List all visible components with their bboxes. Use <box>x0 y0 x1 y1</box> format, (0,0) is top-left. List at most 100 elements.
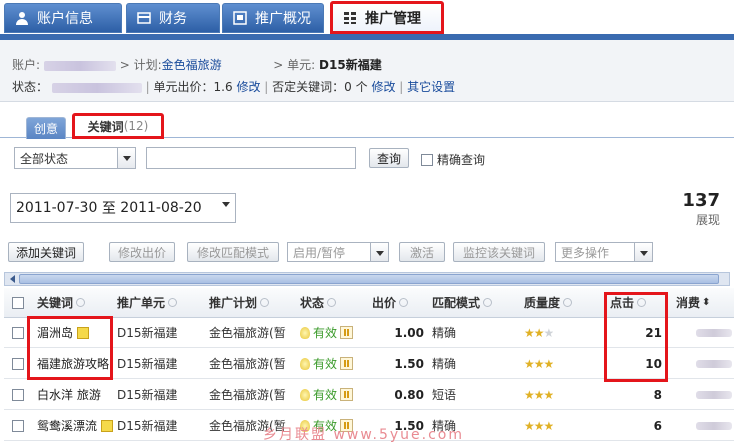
col-unit[interactable]: 推广单元 <box>117 288 178 317</box>
cost-cell <box>696 380 732 409</box>
sort-icon <box>76 298 86 307</box>
col-keyword[interactable]: 关键词 <box>37 288 86 317</box>
col-label: 质量度 <box>524 296 561 310</box>
unit-bid: 单元出价：1.6 <box>153 80 233 94</box>
blurred-cost <box>696 328 732 337</box>
col-quality[interactable]: 质量度 <box>524 288 573 317</box>
monitor-keyword-button[interactable]: 监控该关键词 <box>453 242 545 262</box>
row-select-cell <box>12 380 24 409</box>
blurred-status <box>51 82 142 93</box>
col-cost[interactable]: 消费 ⬍ <box>676 288 710 317</box>
pause-icon[interactable] <box>340 326 354 339</box>
exact-query-option[interactable]: 精确查询 <box>421 151 485 168</box>
tab-overview[interactable]: 推广概况 <box>222 3 324 33</box>
date-range-select[interactable]: 2011-07-30 至 2011-08-20 <box>10 193 236 223</box>
pause-icon[interactable] <box>340 357 354 370</box>
plan-cell: 金色福旅游 (暂 <box>209 318 297 347</box>
pause-icon[interactable] <box>340 388 354 401</box>
clicks-cell: 8 <box>610 380 662 409</box>
status-cell: 有效 <box>300 380 354 409</box>
highlight-clicks <box>604 292 668 382</box>
unit-cell: D15新福建 <box>117 349 178 378</box>
date-end: 2011-08-20 <box>120 200 202 216</box>
top-nav: 账户信息 财务 推广概况 推广管理 <box>0 0 734 36</box>
col-label: 消费 <box>676 296 701 310</box>
chevron-down-icon <box>634 243 652 261</box>
breadcrumb: 账户: > 计划:金色福旅游 > 单元: D15新福建 <box>12 56 382 73</box>
query-button[interactable]: 查询 <box>369 148 409 168</box>
blurred-account <box>43 60 116 71</box>
tab-label: 财务 <box>159 11 187 27</box>
col-match[interactable]: 匹配模式 <box>432 288 493 317</box>
note-icon[interactable] <box>101 419 114 432</box>
bulb-icon <box>300 357 310 370</box>
bid-cell[interactable]: 1.00 <box>372 318 424 347</box>
add-keyword-button[interactable]: 添加关键词 <box>8 242 84 262</box>
tab-creative[interactable]: 创意 <box>26 117 66 139</box>
tab-finance[interactable]: 财务 <box>126 3 220 33</box>
keyword-text: 鸳鸯溪漂流 <box>37 419 98 433</box>
table-row: 白水洋 旅游 D15新福建 金色福旅游 (暂 有效 0.80 短语 ★ ★ ★ 8 <box>4 380 734 410</box>
quality-cell: ★ ★ ★ <box>524 411 553 440</box>
col-bid[interactable]: 出价 <box>372 288 409 317</box>
button-label: 修改出价 <box>117 245 166 260</box>
col-status[interactable]: 状态 <box>300 288 337 317</box>
more-actions-select[interactable]: 更多操作 <box>555 242 653 262</box>
row-select-cell <box>12 411 24 440</box>
search-input[interactable] <box>146 147 356 169</box>
row-checkbox[interactable] <box>12 419 24 432</box>
keyword-cell[interactable]: 白水洋 旅游 <box>37 380 115 409</box>
modify-bid-button[interactable]: 修改出价 <box>109 242 175 262</box>
unit-text: D15新福建 <box>117 419 178 433</box>
col-label: 匹配模式 <box>432 296 481 310</box>
button-label: 监控该关键词 <box>462 245 535 260</box>
col-plan[interactable]: 推广计划 <box>209 288 270 317</box>
tab-account-info[interactable]: 账户信息 <box>4 3 122 33</box>
watermark: 乡月联盟 www.5yue.com <box>263 427 464 443</box>
horizontal-scrollbar[interactable] <box>4 272 730 286</box>
tab-keywords[interactable]: 关键词 (12) <box>72 113 164 139</box>
cost-cell <box>696 411 732 440</box>
user-icon <box>15 11 29 25</box>
enable-pause-select[interactable]: 启用/暂停 <box>287 242 389 262</box>
exact-query-checkbox[interactable] <box>421 153 433 166</box>
bid-cell[interactable]: 0.80 <box>372 380 424 409</box>
row-checkbox[interactable] <box>12 357 24 370</box>
blurred-cost <box>696 390 732 399</box>
chevron-down-icon <box>117 148 135 168</box>
row-checkbox[interactable] <box>12 326 24 339</box>
modify-match-button[interactable]: 修改匹配模式 <box>187 242 279 262</box>
star-icon: ★ <box>524 356 535 371</box>
card-icon <box>137 11 151 25</box>
keyword-cell[interactable]: 鸳鸯溪漂流 <box>37 411 115 440</box>
scroll-left-icon[interactable] <box>6 275 15 283</box>
tab-promotion-management[interactable]: 推广管理 <box>330 1 444 34</box>
keyword-text: 白水洋 旅游 <box>37 388 101 402</box>
plan-link[interactable]: 金色福旅游 <box>162 58 222 72</box>
activate-button[interactable]: 激活 <box>399 242 445 262</box>
status-select[interactable]: 全部状态 <box>14 147 136 169</box>
status-label: 状态： <box>12 80 49 94</box>
date-start: 2011-07-30 <box>16 200 98 216</box>
modify-bid-link[interactable]: 修改 <box>236 80 260 94</box>
tab-label: 推广概况 <box>255 11 311 27</box>
cost-cell <box>696 318 732 347</box>
star-icon: ★ <box>533 356 545 371</box>
select-all-checkbox[interactable] <box>12 296 24 309</box>
modify-negative-link[interactable]: 修改 <box>371 80 395 94</box>
cost-cell <box>696 349 732 378</box>
row-select-cell <box>12 349 24 378</box>
unit-text: D15新福建 <box>117 357 178 371</box>
status-cell: 有效 <box>300 349 354 378</box>
col-label: 出价 <box>372 296 397 310</box>
button-label: 激活 <box>409 245 434 260</box>
plan-text: 金色福旅游 <box>209 357 270 371</box>
row-checkbox[interactable] <box>12 388 24 401</box>
other-settings-link[interactable]: 其它设置 <box>407 80 455 94</box>
status-text: 有效 <box>313 357 338 371</box>
select-value: 启用/暂停 <box>293 245 346 260</box>
scroll-thumb[interactable] <box>19 274 719 284</box>
plan-tail: (暂 <box>269 326 286 340</box>
bid-cell[interactable]: 1.50 <box>372 349 424 378</box>
star-icon: ★ <box>533 325 545 340</box>
